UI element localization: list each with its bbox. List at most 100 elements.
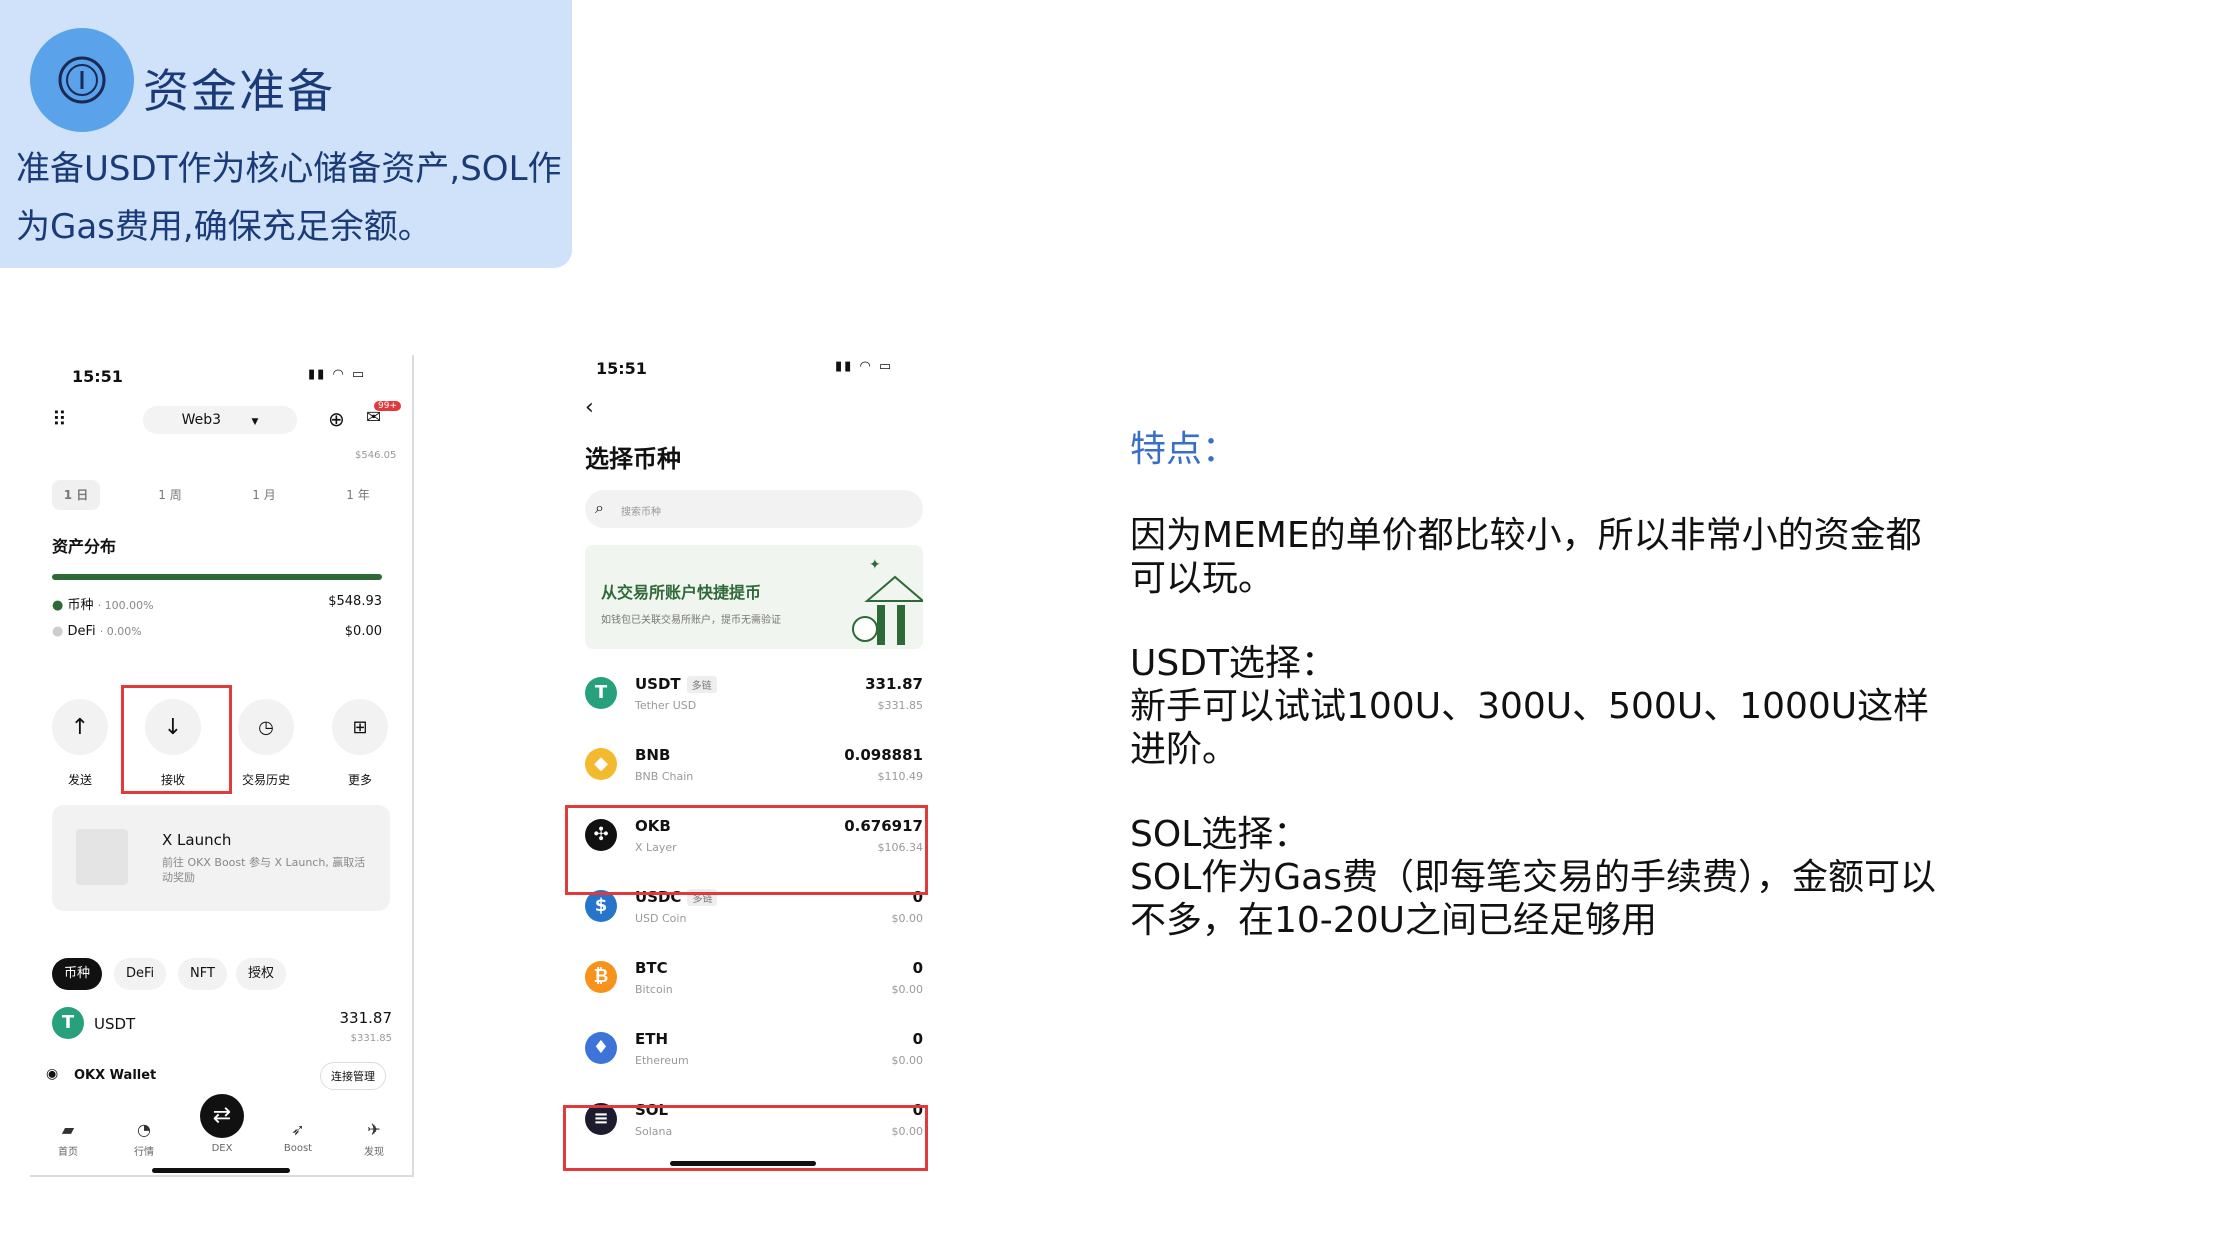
launch-title: X Launch	[162, 831, 232, 849]
gift-icon	[76, 829, 128, 885]
tab-1w[interactable]: 1 周	[146, 480, 194, 510]
period-tabs: 1 日 1 周 1 月 1 年	[38, 480, 390, 510]
usdt-icon: T	[585, 677, 617, 709]
page-title: 选择币种	[585, 445, 681, 473]
discover-icon: ✈	[367, 1120, 381, 1139]
wallet-logo-icon: ◉	[46, 1066, 59, 1082]
search-input[interactable]: ⌕ 搜索币种	[585, 490, 923, 528]
status-time: 15:51	[596, 359, 647, 378]
send-label: 发送	[67, 773, 92, 787]
send-button[interactable]: ↑	[52, 699, 108, 755]
coin-name: USDT 多链	[635, 675, 717, 693]
holding-row[interactable]: T USDT 331.87 $331.85	[52, 1007, 392, 1057]
coin-row-bnb[interactable]: ◆ BNB BNB Chain 0.098881 $110.49	[585, 736, 923, 796]
nav-boost[interactable]: ➶ Boost	[268, 1120, 328, 1154]
more-label: 更多	[347, 773, 372, 787]
nav-discover[interactable]: ✈ 发现	[344, 1120, 404, 1158]
history-icon: ◷	[258, 716, 274, 738]
tab-1d[interactable]: 1 日	[52, 480, 100, 510]
caret-down-icon: ▼	[251, 417, 259, 427]
feature-usdt-title: USDT选择：	[1130, 643, 1337, 684]
coin-amount: 0	[912, 959, 923, 977]
coin-value: $0.00	[891, 1054, 924, 1067]
eth-icon: ♦	[585, 1032, 617, 1064]
coin-name: BNB	[635, 746, 671, 764]
x-launch-card[interactable]: X Launch 前往 OKX Boost 参与 X Launch, 赢取活动奖…	[52, 805, 390, 911]
chip-defi[interactable]: DeFi	[114, 958, 167, 990]
header-description: 准备USDT作为核心储备资产,SOL作为Gas费用,确保充足余额。	[16, 149, 562, 247]
multi-chain-tag: 多链	[686, 676, 717, 693]
search-icon: ⌕	[595, 498, 604, 517]
launch-desc: 前往 OKX Boost 参与 X Launch, 赢取活动奖励	[162, 856, 366, 884]
bank-illustration-icon: ✦	[852, 557, 923, 645]
btc-icon: ₿	[585, 961, 617, 993]
coin-value: $0.00	[891, 983, 924, 996]
rocket-icon: ➶	[291, 1120, 305, 1139]
header-card: 资金准备 准备USDT作为核心储备资产,SOL作为Gas费用,确保充足余额。	[0, 0, 572, 268]
coin-value: $0.00	[891, 912, 924, 925]
coin-row-eth[interactable]: ♦ ETH Ethereum 0 $0.00	[585, 1020, 923, 1080]
status-icons: ▮▮ ◠ ▭	[835, 359, 894, 374]
tab-1y[interactable]: 1 年	[334, 480, 382, 510]
coin-chain: Tether USD	[635, 699, 697, 712]
coin-chain: USD Coin	[635, 912, 687, 925]
chip-auth[interactable]: 授权	[236, 958, 287, 990]
asset-value: $0.00	[344, 624, 382, 639]
holding-name: USDT	[94, 1015, 136, 1033]
grid-icon: ⊞	[352, 716, 368, 738]
step-badge	[30, 28, 134, 132]
promo-title: 从交易所账户快捷提币	[601, 583, 762, 602]
feature-meme: 因为MEME的单价都比较小，所以非常小的资金都可以玩。	[1130, 515, 1922, 599]
network-selector[interactable]: Web3 ▼	[143, 406, 297, 434]
chip-nft[interactable]: NFT	[178, 958, 227, 990]
usdt-icon: T	[52, 1007, 84, 1039]
asset-value: $548.93	[328, 594, 382, 609]
status-icons: ▮▮ ◠ ▭	[308, 367, 367, 382]
coin-chain: Ethereum	[635, 1054, 689, 1067]
header-title: 资金准备	[143, 64, 335, 118]
asset-row-coins[interactable]: ● 币种 · 100.00% $548.93	[52, 594, 382, 613]
home-indicator	[670, 1161, 816, 1166]
coin-row-usdt[interactable]: T USDT 多链 Tether USD 331.87 $331.85	[585, 665, 923, 725]
features-panel: 特点： 因为MEME的单价都比较小，所以非常小的资金都可以玩。 USDT选择： …	[1130, 420, 1950, 942]
globe-icon[interactable]: ⊕	[328, 407, 345, 431]
nav-market[interactable]: ◔ 行情	[114, 1120, 174, 1158]
more-button[interactable]: ⊞	[332, 699, 388, 755]
notification-badge: 99+	[374, 401, 401, 411]
nav-home[interactable]: ▰ 首页	[38, 1120, 98, 1158]
info-circle-icon	[58, 56, 106, 104]
coin-row-btc[interactable]: ₿ BTC Bitcoin 0 $0.00	[585, 949, 923, 1009]
coin-amount: 331.87	[865, 675, 923, 693]
highlight-receive	[121, 685, 232, 794]
back-chevron-icon[interactable]: ‹	[585, 395, 594, 420]
dot-icon: ●	[52, 598, 64, 613]
history-button[interactable]: ◷	[238, 699, 294, 755]
holding-value: $331.85	[350, 1033, 392, 1044]
search-placeholder: 搜索币种	[621, 507, 661, 518]
asset-distribution-title: 资产分布	[52, 537, 117, 556]
features-title: 特点：	[1130, 429, 1239, 470]
coin-amount: 0	[912, 1030, 923, 1048]
history-label: 交易历史	[241, 773, 290, 787]
connection-manage-button[interactable]: 连接管理	[320, 1062, 386, 1090]
asset-percent: 0.00%	[106, 625, 142, 638]
feature-sol-title: SOL选择：	[1130, 814, 1310, 855]
asset-row-defi[interactable]: ● DeFi · 0.00% $0.00	[52, 624, 382, 639]
apps-grid-icon[interactable]: ⠿	[52, 407, 67, 431]
feature-sol: SOL作为Gas费（即每笔交易的手续费），金额可以不多，在10-20U之间已经足…	[1130, 857, 1936, 941]
coin-name: BTC	[635, 959, 668, 977]
home-icon: ▰	[61, 1120, 75, 1139]
exchange-withdraw-banner[interactable]: 从交易所账户快捷提币 如钱包已关联交易所账户，提币无需验证 ✦	[585, 545, 923, 649]
coin-amount: 0.098881	[844, 746, 923, 764]
coin-chain: BNB Chain	[635, 770, 694, 783]
feature-usdt: 新手可以试试100U、300U、500U、1000U这样进阶。	[1130, 686, 1930, 770]
arrow-up-icon: ↑	[70, 714, 90, 740]
chip-coins[interactable]: 币种	[52, 958, 103, 990]
home-indicator	[152, 1168, 290, 1173]
tab-1m[interactable]: 1 月	[240, 480, 288, 510]
wallet-screenshot: 15:51 ▮▮ ◠ ▭ ⠿ Web3 ▼ ⊕ ✉ 99+ $546.05 1 …	[30, 355, 414, 1177]
asset-label: 币种	[67, 598, 94, 613]
coin-name: ETH	[635, 1030, 669, 1048]
chip-row: 币种 DeFi NFT 授权	[52, 958, 392, 990]
holding-amount: 331.87	[339, 1009, 393, 1027]
